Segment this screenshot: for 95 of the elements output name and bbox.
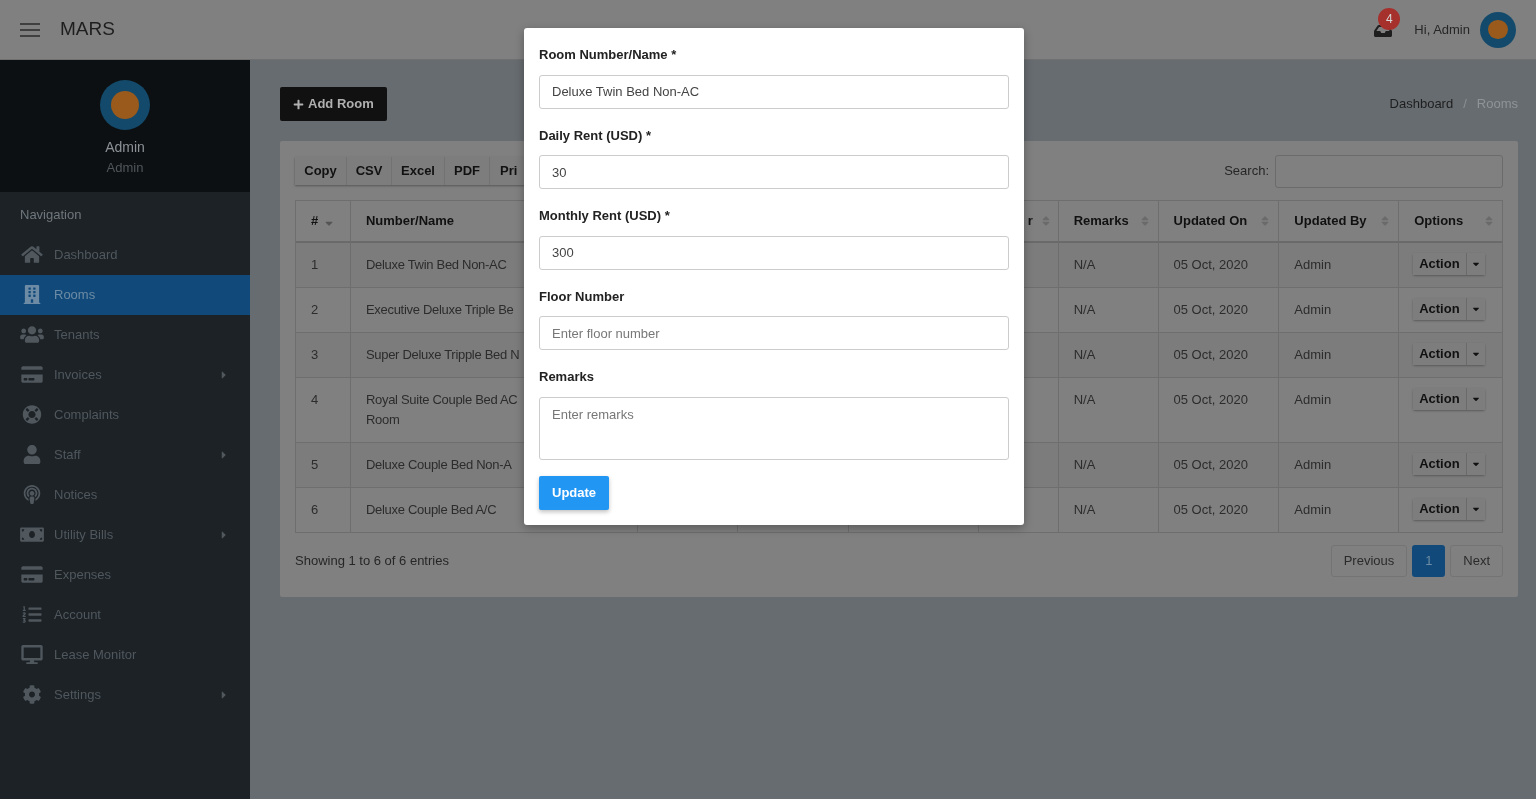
monitor-icon: [20, 645, 44, 664]
table-cell: 4: [311, 392, 319, 407]
column-header[interactable]: Options: [1399, 201, 1502, 241]
table-cell: 05 Oct, 2020: [1173, 457, 1248, 472]
table-cell-text: Deluxe Twin Bed Non-AC: [365, 256, 508, 274]
action-button[interactable]: Action: [1413, 453, 1466, 475]
field-label: Floor Number: [539, 287, 626, 306]
input-field[interactable]: 30: [539, 155, 1009, 189]
action-button[interactable]: Action: [1413, 343, 1466, 365]
table-cell: 05 Oct, 2020: [1173, 302, 1248, 317]
card-icon: [20, 565, 44, 584]
page-button[interactable]: 1: [1412, 545, 1446, 577]
field-label: Daily Rent (USD) *: [539, 126, 652, 145]
menu-icon[interactable]: [20, 22, 40, 37]
table-cell-text: Super Deluxe Tripple Bed N: [365, 346, 521, 364]
nav-label: Staff: [54, 445, 81, 464]
table-cell: Admin: [1294, 502, 1332, 517]
action-button[interactable]: Action: [1413, 253, 1466, 275]
update-button[interactable]: Update: [539, 475, 610, 510]
table-cell: N/A: [1073, 392, 1096, 407]
export-button[interactable]: Copy: [295, 157, 347, 185]
table-cell: 05 Oct, 2020: [1173, 502, 1248, 517]
column-header[interactable]: #: [296, 201, 351, 241]
brand-name: MARS: [60, 17, 115, 42]
table-cell-text: Executive Deluxe Triple Be: [365, 301, 515, 319]
user-role: Admin: [106, 159, 144, 177]
nav-section-title: Navigation: [19, 206, 83, 224]
settings-icon: [20, 685, 44, 704]
avatar: [1480, 11, 1516, 48]
table-cell: N/A: [1073, 347, 1096, 362]
nav-label: Complaints: [54, 405, 120, 424]
numbered-list-icon: [20, 605, 44, 624]
table-info: Showing 1 to 6 of 6 entries: [295, 552, 449, 571]
nav-label: Utility Bills: [54, 525, 114, 544]
column-header[interactable]: Updated By: [1279, 201, 1400, 241]
plus-icon: [293, 98, 304, 110]
card-icon: [20, 365, 44, 384]
user-name: Admin: [105, 138, 145, 157]
banknote-icon: [20, 525, 44, 544]
table-cell-text: Deluxe Couple Bed A/C: [365, 501, 498, 519]
users-icon: [20, 325, 44, 344]
input-field[interactable]: 300: [539, 235, 1009, 270]
column-header[interactable]: Remarks: [1058, 201, 1159, 241]
table-cell: 05 Oct, 2020: [1173, 257, 1248, 272]
export-button[interactable]: Excel: [392, 157, 445, 185]
nav-label: Lease Monitor: [54, 645, 137, 664]
previous-button[interactable]: Previous: [1330, 545, 1408, 577]
action-button[interactable]: Action: [1413, 498, 1466, 520]
nav-label: Settings: [54, 685, 101, 704]
table-cell: Admin: [1294, 392, 1332, 407]
table-cell: 1: [311, 257, 319, 272]
nav-item[interactable]: Rooms: [0, 274, 250, 315]
table-cell: N/A: [1073, 257, 1096, 272]
add-room-button[interactable]: Add Room: [280, 87, 387, 121]
breadcrumb-item[interactable]: Dashboard: [1389, 94, 1454, 114]
notification-badge: 4: [1378, 7, 1401, 30]
action-button[interactable]: Action: [1413, 298, 1466, 320]
nav-label: Notices: [54, 485, 98, 504]
table-cell-text: Royal Suite Couple Bed AC Room: [365, 391, 519, 429]
column-header[interactable]: Updated On: [1158, 201, 1280, 241]
table-cell: Admin: [1294, 257, 1332, 272]
nav-label: Tenants: [54, 325, 100, 344]
table-cell: 2: [311, 302, 319, 317]
table-cell-text: Deluxe Couple Bed Non-A: [365, 456, 513, 474]
nav-label: Account: [54, 605, 101, 624]
nav-label: Rooms: [54, 285, 96, 304]
field-label: Room Number/Name *: [539, 46, 678, 64]
table-cell: N/A: [1073, 502, 1096, 517]
search-label: Search:: [1224, 162, 1269, 181]
table-cell: 3: [311, 347, 319, 362]
input-field[interactable]: Deluxe Twin Bed Non-AC: [539, 74, 1009, 109]
action-button[interactable]: Action: [1413, 388, 1466, 410]
table-cell: 05 Oct, 2020: [1173, 392, 1248, 407]
avatar: [100, 80, 150, 130]
greeting: Hi, Admin: [1414, 20, 1470, 39]
nav-label: Expenses: [54, 565, 112, 584]
table-cell: 05 Oct, 2020: [1173, 347, 1248, 362]
table-cell: N/A: [1073, 302, 1096, 317]
home-icon: [20, 245, 44, 264]
export-button[interactable]: PDF: [445, 157, 490, 185]
next-button[interactable]: Next: [1450, 545, 1503, 577]
table-cell: N/A: [1073, 457, 1096, 472]
nav-label: Dashboard: [54, 245, 118, 264]
table-cell: Admin: [1294, 347, 1332, 362]
table-cell: 5: [311, 457, 319, 472]
remarks-field[interactable]: Enter remarks: [539, 396, 1009, 460]
breadcrumb-separator: /: [1463, 95, 1467, 113]
table-cell: Admin: [1294, 302, 1332, 317]
export-button[interactable]: CSV: [347, 157, 392, 185]
field-label: Remarks: [539, 368, 595, 386]
input-field[interactable]: Enter floor number: [539, 316, 1009, 350]
lifebuoy-icon: [20, 405, 44, 424]
nav-label: Invoices: [54, 365, 102, 384]
table-cell: 6: [311, 502, 319, 517]
table-cell: Admin: [1294, 457, 1332, 472]
